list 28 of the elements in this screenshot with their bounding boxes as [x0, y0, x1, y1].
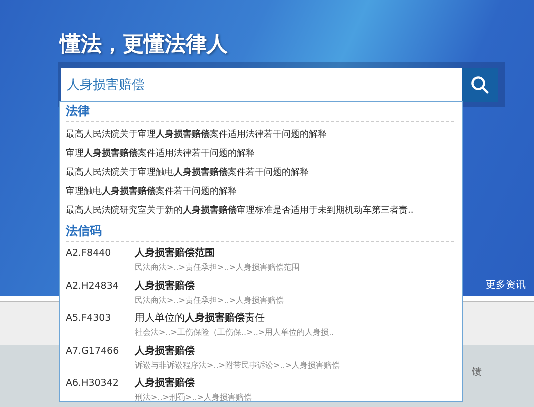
law-suggestion[interactable]: 审理触电人身损害赔偿案件若干问题的解释 [66, 183, 454, 202]
law-suggestion[interactable]: 最高人民法院关于审理人身损害赔偿案件适用法律若干问题的解释 [66, 126, 454, 145]
code-suggestion[interactable]: 人身损害赔偿范围 [135, 246, 300, 261]
code-suggestion[interactable]: 用人单位的人身损害赔偿责任 [135, 311, 334, 326]
category-path: 刑法>..>刑罚>..>人身损害赔偿 [135, 392, 252, 401]
category-path: 民法商法>..>责任承担>..>人身损害赔偿范围 [135, 262, 300, 274]
section-heading: 法信码 [66, 223, 454, 242]
section-heading: 法律 [66, 103, 454, 122]
code-label: A5.F4303 [66, 312, 112, 326]
search-icon [471, 76, 489, 94]
code-label: A2.F8440 [66, 247, 112, 261]
code-suggestion[interactable]: 人身损害赔偿 [135, 376, 252, 391]
law-suggestion[interactable]: 最高人民法院研究室关于新的人身损害赔偿审理标准是否适用于未到期机动车第三者责.. [66, 202, 454, 221]
more-news-link[interactable]: 更多资讯 [486, 278, 526, 292]
category-path: 诉讼与非诉讼程序法>..>附带民事诉讼>..>人身损害赔偿 [135, 360, 340, 372]
law-suggestion[interactable]: 审理人身损害赔偿案件适用法律若干问题的解释 [66, 145, 454, 164]
search-field[interactable]: 人身损害赔偿 [61, 68, 462, 102]
code-suggestion[interactable]: 人身损害赔偿 [135, 344, 340, 358]
page-title: 懂法，更懂法律人 [60, 31, 229, 58]
footer-text: 馈 [472, 366, 482, 378]
code-suggestion[interactable]: 人身损害赔偿 [135, 278, 284, 294]
category-path: 民法商法>..>责任承担>..>人身损害赔偿 [135, 294, 284, 306]
category-path: 社会法>..>工伤保险（工伤保..>..>用人单位的人身损.. [135, 327, 334, 339]
law-suggestion[interactable]: 最高人民法院关于审理触电人身损害赔偿案件若干问题的解释 [66, 164, 454, 183]
code-label: A6.H30342 [66, 377, 120, 391]
code-label: A2.H24834 [66, 280, 120, 294]
search-button[interactable] [462, 68, 498, 102]
code-label: A7.G17466 [66, 344, 120, 358]
